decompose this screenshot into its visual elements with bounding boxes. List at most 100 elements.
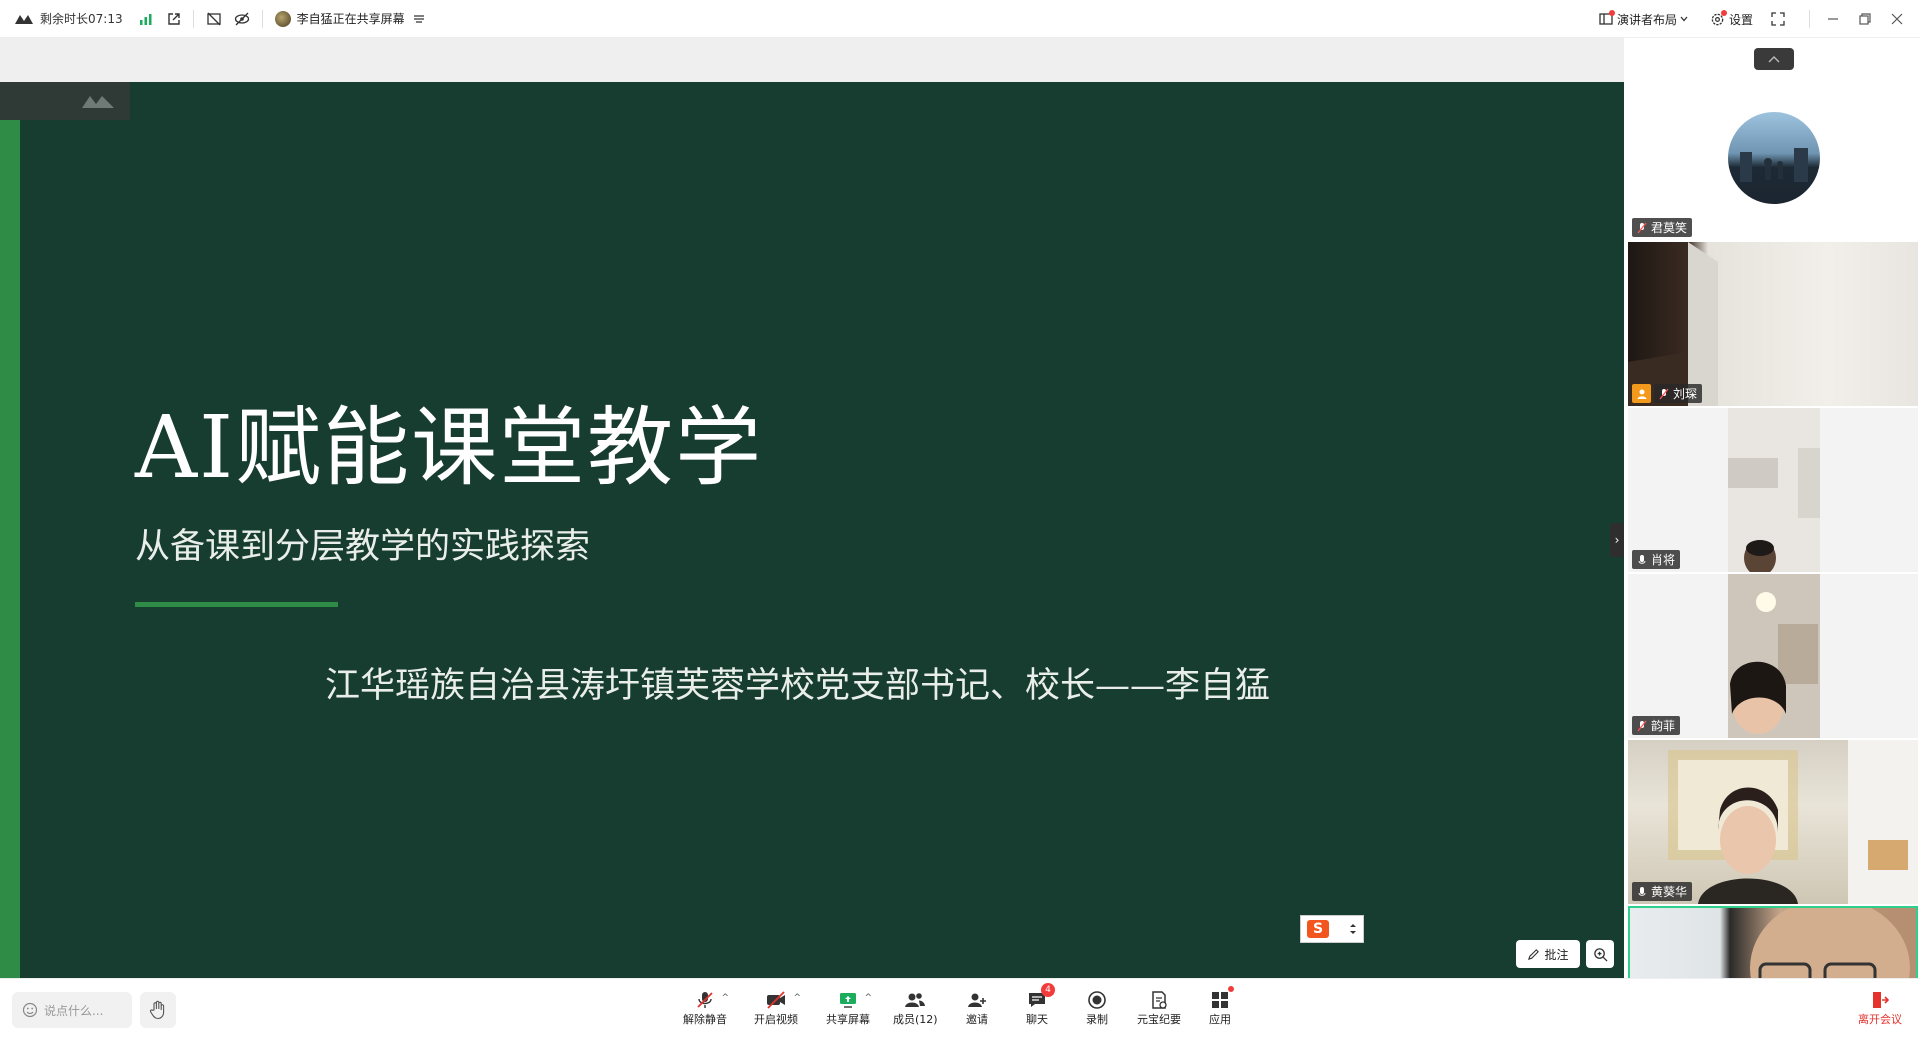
chat-unread-badge: 4 (1041, 983, 1055, 997)
apps-button[interactable]: 应用 (1209, 986, 1234, 1027)
slide-title: AI赋能课堂教学 (135, 398, 764, 498)
start-video-button[interactable]: ^ 开启视频 (754, 989, 801, 1027)
hide-video-icon[interactable] (234, 11, 250, 27)
zoom-in-icon (1593, 947, 1608, 962)
mic-muted-icon (1659, 388, 1669, 400)
share-options-icon[interactable] (413, 14, 425, 24)
input-method-toolbar[interactable]: S (1300, 915, 1364, 943)
apps-icon (1210, 986, 1234, 1011)
participant-name-tag: 黄葵华 (1632, 882, 1693, 901)
presenter-mini-toolbar[interactable] (0, 82, 130, 120)
participant-tile[interactable]: 刘琛 (1628, 242, 1918, 406)
no-annotate-icon[interactable] (206, 11, 222, 27)
shared-screen-slide[interactable]: AI赋能课堂教学 从备课到分层教学的实践探索 江华瑶族自治县涛圩镇芙蓉学校党支部… (0, 82, 1624, 978)
chevron-up-icon[interactable]: ^ (864, 993, 872, 1003)
chat-label: 聊天 (1026, 1013, 1048, 1026)
participant-name: 刘琛 (1673, 387, 1698, 401)
ai-minutes-button[interactable]: 元宝纪要 (1137, 989, 1181, 1027)
ai-minutes-icon (1149, 989, 1169, 1011)
add-user-icon (966, 989, 988, 1011)
invite-label: 邀请 (966, 1013, 988, 1026)
chat-icon: 4 (1027, 983, 1055, 1011)
participant-name-tag: 君莫笑 (1632, 218, 1693, 237)
mic-muted-icon (1637, 720, 1647, 732)
participant-tile[interactable]: 君莫笑 (1628, 76, 1918, 240)
record-label: 录制 (1086, 1013, 1108, 1026)
mic-muted-icon: ^ (695, 989, 729, 1011)
mic-icon (1637, 886, 1647, 898)
video-feed (1728, 408, 1820, 572)
remaining-time: 剩余时长07:13 (40, 12, 123, 26)
chat-button[interactable]: 4 聊天 (1026, 983, 1055, 1027)
gear-icon (1710, 9, 1727, 27)
notification-dot (1228, 986, 1234, 992)
members-button[interactable]: 成员(12) (893, 989, 938, 1027)
unmute-label: 解除静音 (683, 1013, 727, 1026)
leave-meeting-button[interactable]: 离开会议 (1858, 989, 1902, 1027)
chevron-up-icon[interactable]: ^ (721, 993, 729, 1003)
annotate-label: 批注 (1544, 947, 1569, 962)
participant-name: 肖将 (1651, 553, 1676, 567)
divider (192, 9, 194, 28)
participant-tile[interactable]: 肖将 (1628, 408, 1918, 572)
video-feed (1668, 740, 1918, 904)
minimize-icon[interactable] (1818, 13, 1848, 25)
record-icon (1087, 989, 1107, 1011)
share-screen-icon: ^ (838, 989, 872, 1011)
participant-name-tag: 刘琛 (1654, 384, 1703, 403)
slide-accent-bar (0, 120, 20, 978)
mic-icon (1637, 554, 1647, 566)
presenter-logo-icon (80, 92, 116, 110)
emoji-icon[interactable] (22, 1002, 38, 1018)
leave-label: 离开会议 (1858, 1013, 1902, 1026)
participant-name: 君莫笑 (1651, 221, 1688, 235)
apps-label: 应用 (1209, 1013, 1231, 1026)
chevron-down-icon (1680, 16, 1688, 22)
slide-divider-line (135, 602, 338, 607)
invite-button[interactable]: 邀请 (966, 989, 988, 1027)
unmute-button[interactable]: ^ 解除静音 (683, 989, 729, 1027)
participant-name-tag: 肖将 (1632, 550, 1681, 569)
layout-icon (1599, 10, 1615, 26)
chevron-up-icon (1768, 55, 1780, 63)
screen-share-status: 李自猛正在共享屏幕 (296, 12, 405, 26)
notification-dot (1608, 10, 1615, 16)
layout-button[interactable]: 演讲者布局 (1599, 10, 1692, 28)
participant-name: 韵菲 (1651, 719, 1676, 733)
quick-chat-input[interactable]: 说点什么... (12, 992, 132, 1028)
divider (261, 9, 263, 28)
slide-subtitle: 从备课到分层教学的实践探索 (135, 527, 591, 567)
close-icon[interactable] (1882, 13, 1912, 25)
fullscreen-icon[interactable] (1771, 12, 1785, 26)
record-button[interactable]: 录制 (1086, 989, 1108, 1027)
collapse-panel-button[interactable]: › (1610, 523, 1624, 557)
meeting-controls-bar: 说点什么... ^ 解除静音 ^ 开启视频 ^ 共享屏幕 成员(12) 邀请 4… (0, 978, 1920, 1040)
divider (1809, 10, 1810, 28)
external-link-icon[interactable] (167, 12, 181, 26)
participants-panel: 君莫笑 刘琛 肖将 韵菲 黄葵华 (1626, 38, 1920, 1014)
tencent-meeting-logo-icon (14, 13, 34, 25)
settings-button[interactable]: 设置 (1710, 9, 1753, 28)
chevron-right-icon: › (1614, 533, 1620, 547)
restore-icon[interactable] (1850, 13, 1880, 25)
video-feed (1728, 574, 1820, 738)
share-screen-button[interactable]: ^ 共享屏幕 (826, 989, 872, 1027)
raise-hand-icon (149, 1000, 167, 1020)
avatar (1728, 112, 1820, 204)
participant-tile[interactable]: 黄葵华 (1628, 740, 1918, 904)
slide-author-line: 江华瑶族自治县涛圩镇芙蓉学校党支部书记、校长——李自猛 (325, 666, 1271, 706)
chevron-up-icon[interactable]: ^ (793, 993, 801, 1003)
chat-placeholder: 说点什么... (44, 1003, 104, 1018)
network-signal-icon[interactable] (139, 13, 153, 25)
participant-tile[interactable]: 韵菲 (1628, 574, 1918, 738)
raise-hand-button[interactable] (140, 992, 176, 1028)
annotate-button[interactable]: 批注 (1516, 940, 1580, 968)
ime-arrows-icon[interactable] (1349, 922, 1357, 936)
layout-label: 演讲者布局 (1616, 12, 1677, 27)
members-icon (904, 989, 926, 1011)
scroll-up-button[interactable] (1754, 48, 1794, 70)
participant-name: 黄葵华 (1651, 885, 1688, 899)
zoom-button[interactable] (1586, 940, 1614, 968)
top-bar-right: 演讲者布局 设置 (1599, 0, 1920, 38)
pen-icon (1527, 948, 1540, 961)
